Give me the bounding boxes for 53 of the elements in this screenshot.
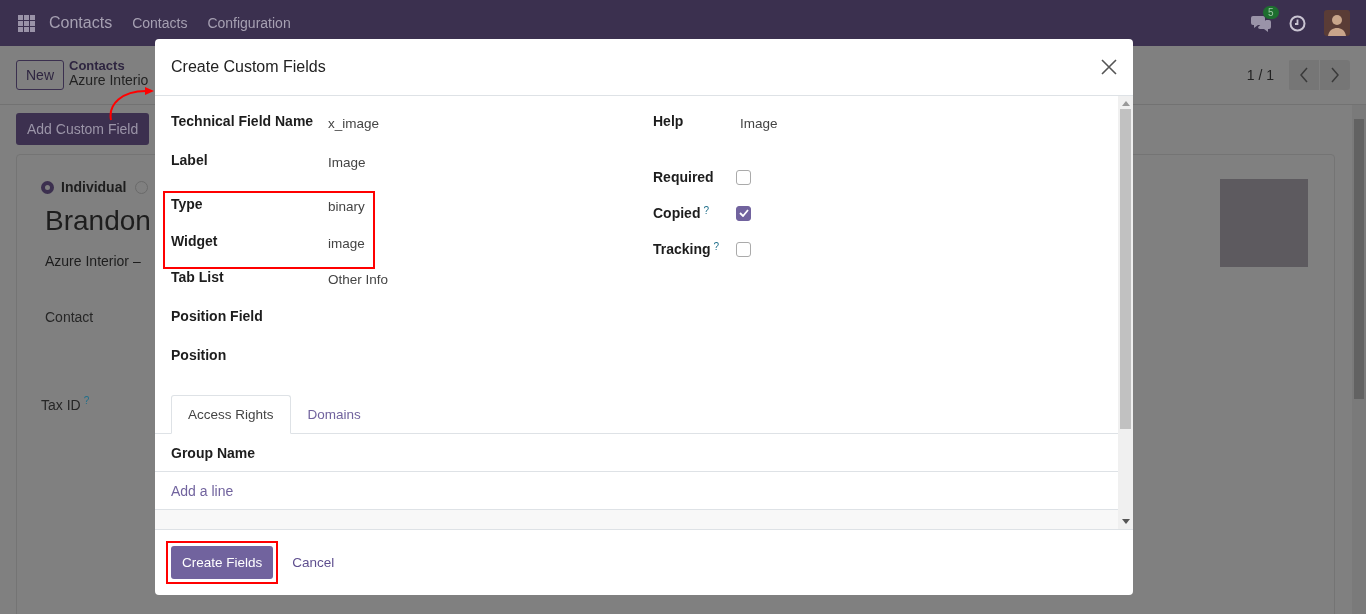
field-label: Technical Field Name	[171, 113, 315, 129]
clock-icon[interactable]	[1289, 14, 1306, 32]
breadcrumb-link[interactable]: Contacts	[69, 58, 149, 73]
dialog-title: Create Custom Fields	[171, 58, 326, 76]
app-grid-icon[interactable]	[18, 14, 35, 32]
column-header: Group Name	[171, 444, 255, 461]
menu-item[interactable]: Configuration	[207, 15, 291, 31]
radio-label: Individual	[61, 179, 127, 195]
tab[interactable]: Domains	[290, 395, 378, 434]
field-value: image	[328, 235, 365, 251]
field-label: Position Field	[171, 308, 264, 324]
field-label: Contact	[45, 309, 94, 325]
add-line-link[interactable]: Add a line	[171, 482, 234, 499]
menu-item[interactable]: Contacts	[132, 15, 188, 31]
checkbox[interactable]	[736, 241, 751, 257]
help-mark[interactable]: ?	[703, 205, 709, 216]
scrollbar[interactable]	[1118, 96, 1133, 529]
scroll-down-icon[interactable]	[1121, 519, 1130, 525]
pager-counter: 1 / 1	[1246, 67, 1274, 83]
company-name: Azure Interior –	[45, 253, 141, 269]
field-value: Image	[328, 154, 366, 170]
message-count: 5	[1263, 6, 1279, 19]
field-value: Image	[740, 115, 778, 131]
user-avatar[interactable]	[1324, 10, 1350, 36]
field-label: Type	[171, 196, 204, 212]
field-label: Tab List	[171, 269, 225, 285]
app-name[interactable]: Contacts	[49, 14, 113, 32]
field-label: Tracking	[653, 241, 711, 257]
contact-name: Brandon	[45, 205, 151, 237]
field-label: Required	[653, 169, 714, 185]
chat-icon[interactable]	[1251, 14, 1271, 32]
field-value: x_image	[328, 115, 380, 131]
field-label: Help	[653, 113, 685, 129]
close-icon[interactable]	[1101, 59, 1117, 75]
field-value: Other Info	[328, 271, 389, 287]
checkbox[interactable]	[736, 169, 751, 185]
add-custom-field-button[interactable]: Add Custom Field	[16, 113, 150, 145]
help-mark[interactable]: ?	[713, 241, 720, 252]
field-label: Widget	[171, 233, 219, 249]
field-label: Tax ID	[41, 396, 81, 413]
field-label: Copied	[653, 205, 701, 221]
checkbox[interactable]	[736, 205, 751, 221]
radio-button[interactable]	[41, 180, 54, 194]
field-label: Label	[171, 152, 209, 168]
field-value: binary	[328, 198, 365, 214]
breadcrumb-current: Azure Interio	[69, 73, 149, 88]
new-button[interactable]: New	[16, 60, 64, 90]
scroll-up-icon[interactable]	[1121, 100, 1130, 106]
cancel-button[interactable]: Cancel	[288, 549, 339, 576]
scrollbar[interactable]	[1352, 105, 1366, 614]
create-fields-button[interactable]: Create Fields	[171, 546, 274, 579]
field-label: Position	[171, 347, 228, 363]
tab[interactable]: Access Rights	[171, 395, 291, 434]
